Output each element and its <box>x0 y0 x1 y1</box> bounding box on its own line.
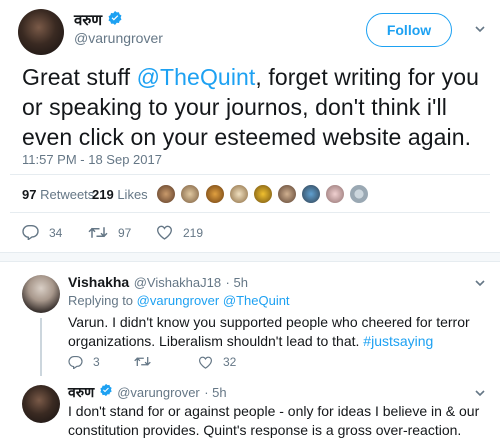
section-separator <box>0 252 500 262</box>
liker-avatar[interactable] <box>349 184 369 204</box>
reply2-text: I don't stand for or against people - on… <box>68 403 480 438</box>
caret-down-icon[interactable] <box>474 22 486 40</box>
reply-header: Vishakha @VishakhaJ18 · 5h <box>68 274 248 292</box>
replying-to-mention[interactable]: @TheQuint <box>223 293 290 308</box>
likes-stat[interactable]: 219 Likes <box>92 187 148 202</box>
retweet-icon <box>134 356 151 367</box>
reply-count: 34 <box>49 225 63 240</box>
retweet-action[interactable]: 97 <box>88 225 131 240</box>
liker-avatar[interactable] <box>229 184 249 204</box>
author-handle[interactable]: @varungrover <box>74 30 163 46</box>
reply-reply-count: 3 <box>93 355 100 369</box>
reply-hashtag[interactable]: #justsaying <box>363 333 433 349</box>
divider <box>10 212 490 213</box>
replying-to-mention[interactable]: @varungrover <box>137 293 220 308</box>
tweet-text-pre: Great stuff <box>22 64 137 90</box>
likers-avatars <box>156 184 369 204</box>
liker-avatar[interactable] <box>180 184 200 204</box>
liker-avatar[interactable] <box>205 184 225 204</box>
thread-line <box>40 318 42 376</box>
reply-icon <box>68 355 83 369</box>
tweet-mention-link[interactable]: @TheQuint <box>137 64 256 90</box>
verified-badge-icon <box>107 10 123 31</box>
replying-to: Replying to @varungrover @TheQuint <box>68 293 290 308</box>
reply-retweet-action[interactable] <box>134 355 161 368</box>
liker-avatar[interactable] <box>277 184 297 204</box>
retweets-count: 97 <box>22 187 37 202</box>
retweets-label: Retweets <box>40 187 95 202</box>
retweet-icon <box>88 227 108 238</box>
tweet-text: Great stuff @TheQuint, forget writing fo… <box>22 62 492 152</box>
retweet-count: 97 <box>118 225 132 240</box>
reply-like-count: 32 <box>223 355 237 369</box>
reply2-header: वरुण @varungrover · 5h <box>68 383 227 402</box>
author-avatar[interactable] <box>18 9 64 55</box>
reply-time[interactable]: · 5h <box>226 275 248 290</box>
reply-author-name[interactable]: Vishakha <box>68 274 129 290</box>
like-icon <box>198 356 213 369</box>
like-action[interactable]: 219 <box>156 225 203 240</box>
retweets-stat[interactable]: 97 Retweets <box>22 187 94 202</box>
reply-action[interactable]: 34 <box>22 225 62 240</box>
tweet-timestamp[interactable]: 11:57 PM - 18 Sep 2017 <box>22 152 162 167</box>
reply-like-action[interactable]: 32 <box>198 355 236 369</box>
reply-caret-icon[interactable] <box>474 276 486 294</box>
likes-count: 219 <box>92 187 114 202</box>
like-icon <box>156 225 173 240</box>
author-name-row[interactable]: वरुण <box>74 10 123 31</box>
replying-to-label: Replying to <box>68 293 134 308</box>
liker-avatar[interactable] <box>301 184 321 204</box>
follow-button[interactable]: Follow <box>366 13 452 47</box>
liker-avatar[interactable] <box>253 184 273 204</box>
verified-badge-icon <box>99 383 113 402</box>
reply-avatar[interactable] <box>22 275 60 313</box>
liker-avatar[interactable] <box>156 184 176 204</box>
reply2-avatar[interactable] <box>22 385 60 423</box>
likes-label: Likes <box>117 187 148 202</box>
like-count: 219 <box>183 225 204 240</box>
liker-avatar[interactable] <box>325 184 345 204</box>
divider <box>10 174 490 175</box>
reply-icon <box>22 225 39 240</box>
reply2-time[interactable]: · 5h <box>204 385 226 400</box>
author-name[interactable]: वरुण <box>74 12 102 29</box>
reply-text: Varun. I didn't know you supported peopl… <box>68 313 488 351</box>
reply-reply-action[interactable]: 3 <box>68 355 100 369</box>
reply2-author-name[interactable]: वरुण <box>68 384 94 400</box>
reply-author-handle[interactable]: @VishakhaJ18 <box>134 275 221 290</box>
reply2-author-handle[interactable]: @varungrover <box>117 385 200 400</box>
